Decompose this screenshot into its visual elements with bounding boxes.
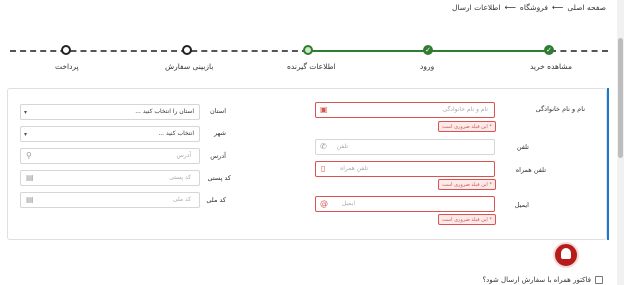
fullname-label: نام و نام خانوادگی [535,105,585,113]
phone-field[interactable]: تلفن ✆ [315,139,495,155]
postal-placeholder: کد پستی [169,174,191,181]
invoice-checkbox[interactable] [595,276,603,284]
mobile-icon: ▯ [321,164,326,173]
step-label: پرداخت [55,62,79,71]
national-label: کد ملی [206,196,226,204]
postal-field[interactable]: کد پستی ▤ [20,170,200,186]
step-label: بازبینی سفارش [165,62,214,71]
card-accent-bar [607,88,609,240]
national-field[interactable]: کد ملی ▤ [20,192,200,208]
step-label: ورود [420,62,435,71]
address-field[interactable]: آدرس ⚲ [20,148,200,164]
arrow-icon: ⟵ [504,3,516,12]
email-label: ایمیل [514,201,529,209]
fullname-error: * این فیلد ضروری است [438,121,496,132]
step-done-icon: ✓ [544,45,554,55]
email-error: * این فیلد ضروری است [438,214,496,225]
stepper-remaining-line [10,50,308,52]
mobile-error: * این فیلد ضروری است [438,179,496,190]
address-placeholder: آدرس [176,152,191,159]
mobile-label: تلفن همراه [515,166,546,174]
breadcrumb-home[interactable]: صفحه اصلی [567,3,606,12]
arrow-icon: ⟵ [551,3,564,12]
invoice-checkbox-label: فاکتور همراه با سفارش ارسال شود؟ [482,276,591,284]
breadcrumb-current: اطلاعات ارسال [451,3,501,12]
province-value: استان را انتخاب کنید ... [135,108,194,115]
email-field[interactable]: ایمیل @ [315,196,495,212]
step-label: اطلاعات گیرنده [287,62,336,71]
document-icon: ▤ [26,195,34,204]
breadcrumb: صفحه اصلی ⟵ فروشگاه ⟵ اطلاعات ارسال [452,3,606,12]
phone-label: تلفن [516,143,529,151]
city-value: انتخاب کنید ... [158,130,194,137]
step-done-icon: ✓ [423,45,433,55]
breadcrumb-store[interactable]: فروشگاه [520,3,548,12]
notification-bell-button[interactable] [553,242,579,268]
province-label: استان [210,107,226,115]
step-current-icon [303,45,313,55]
chevron-down-icon: ▾ [24,131,28,138]
fullname-field[interactable]: نام و نام خانوادگی ▣ [315,102,495,118]
province-select[interactable]: استان را انتخاب کنید ... ▾ [20,104,200,120]
mobile-placeholder: تلفن همراه [340,165,368,172]
document-icon: ▤ [26,173,34,182]
city-label: شهر [213,129,226,137]
national-placeholder: کد ملی [172,196,191,203]
email-placeholder: ایمیل [341,200,355,207]
postal-label: کد پستی [207,174,231,182]
at-sign-icon: @ [320,199,328,208]
bell-icon [561,248,571,259]
mobile-field[interactable]: تلفن همراه ▯ [315,161,495,177]
phone-placeholder: تلفن [336,143,348,150]
step-todo-icon [61,45,71,55]
chevron-down-icon: ▾ [24,109,28,116]
step-todo-icon [182,45,192,55]
id-card-icon: ▣ [320,105,328,114]
page-scrollbar-thumb[interactable] [618,38,623,158]
phone-icon: ✆ [320,142,327,151]
stepper-start-line [550,50,608,52]
fullname-placeholder: نام و نام خانوادگی [442,106,488,113]
step-label: مشاهده خرید [530,62,572,71]
city-select[interactable]: انتخاب کنید ... ▾ [20,126,200,142]
location-pin-icon: ⚲ [26,151,32,160]
address-label: آدرس [210,152,226,160]
